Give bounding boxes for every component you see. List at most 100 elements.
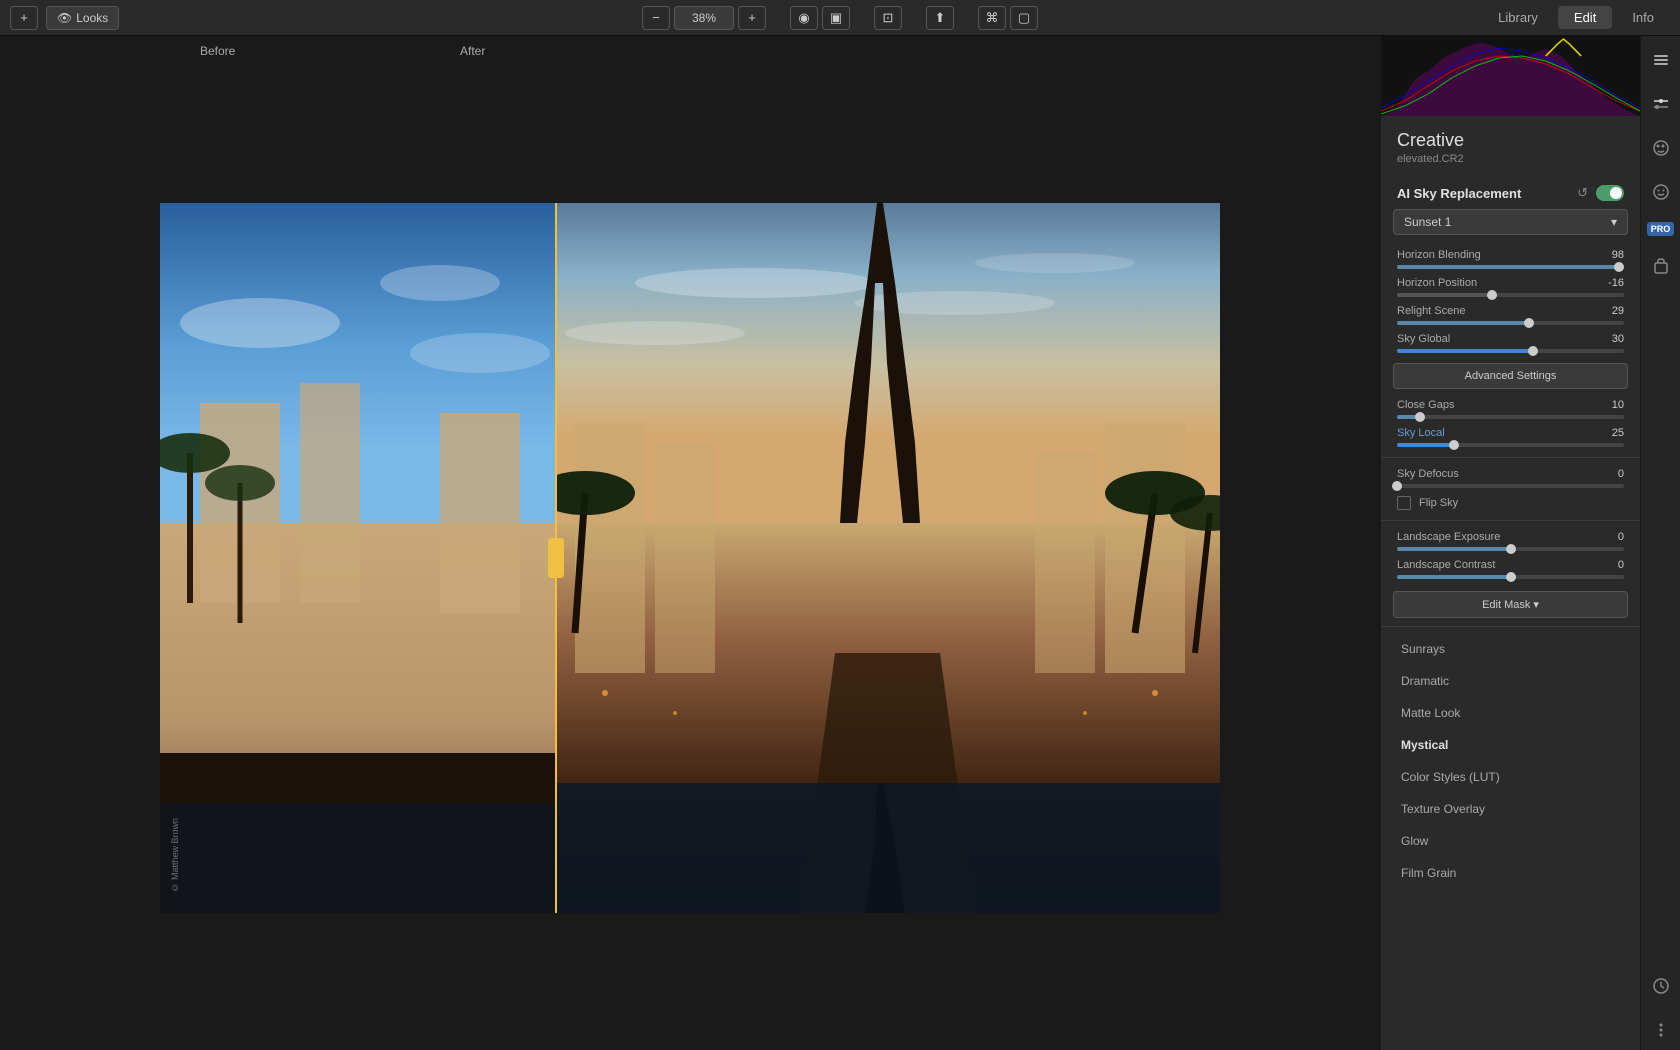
add-button[interactable]: + <box>10 6 38 30</box>
landscape-exposure-value: 0 <box>1618 531 1624 543</box>
creative-items-list: Sunrays Dramatic Matte Look Mystical Col… <box>1381 633 1640 889</box>
close-gaps-value: 10 <box>1612 399 1624 411</box>
edit-tab[interactable]: Edit <box>1558 6 1612 29</box>
sliders-icon[interactable] <box>1647 90 1675 118</box>
palette-icon[interactable] <box>1647 134 1675 162</box>
close-gaps-label: Close Gaps <box>1397 399 1454 411</box>
list-item-texture-overlay[interactable]: Texture Overlay <box>1385 793 1636 825</box>
panel-title-area: Creative elevated.CR2 <box>1381 116 1640 177</box>
sky-local-row: Sky Local 25 <box>1381 423 1640 451</box>
sky-replacement-toggle[interactable] <box>1596 185 1624 201</box>
crop-button[interactable]: ⊡ <box>874 6 902 30</box>
sky-selector-chevron: ▾ <box>1611 215 1617 229</box>
horizon-position-row: Horizon Position -16 <box>1381 273 1640 301</box>
sky-defocus-value: 0 <box>1618 468 1624 480</box>
sky-global-row: Sky Global 30 <box>1381 329 1640 357</box>
after-label: After <box>460 44 485 58</box>
list-item-mystical[interactable]: Mystical <box>1385 729 1636 761</box>
horizon-position-track[interactable] <box>1397 293 1624 297</box>
horizon-position-value: -16 <box>1608 277 1624 289</box>
advanced-settings-button[interactable]: Advanced Settings <box>1393 363 1628 389</box>
flip-sky-checkbox[interactable] <box>1397 496 1411 510</box>
relight-scene-track[interactable] <box>1397 321 1624 325</box>
more-icon[interactable] <box>1647 1016 1675 1044</box>
emoji-icon[interactable] <box>1647 178 1675 206</box>
relight-scene-label: Relight Scene <box>1397 305 1466 317</box>
list-item-matte-look[interactable]: Matte Look <box>1385 697 1636 729</box>
histogram-area <box>1381 36 1640 116</box>
landscape-contrast-track[interactable] <box>1397 575 1624 579</box>
list-item-sunrays[interactable]: Sunrays <box>1385 633 1636 665</box>
panel-subtitle: elevated.CR2 <box>1381 153 1640 177</box>
split-image: © Matthew Brown <box>160 203 1220 913</box>
landscape-exposure-row: Landscape Exposure 0 <box>1381 527 1640 555</box>
layers-icon[interactable] <box>1647 46 1675 74</box>
zoom-display: 38% <box>674 6 734 30</box>
edit-mask-button[interactable]: Edit Mask ▾ <box>1393 591 1628 618</box>
landscape-contrast-row: Landscape Contrast 0 <box>1381 555 1640 583</box>
relight-scene-row: Relight Scene 29 <box>1381 301 1640 329</box>
right-panel: Creative elevated.CR2 AI Sky Replacement… <box>1380 36 1640 1050</box>
close-gaps-row: Close Gaps 10 <box>1381 395 1640 423</box>
zoom-in-button[interactable]: + <box>738 6 766 30</box>
landscape-exposure-label: Landscape Exposure <box>1397 531 1500 543</box>
before-label: Before <box>200 44 235 58</box>
sky-local-value: 25 <box>1612 427 1624 439</box>
split-handle[interactable] <box>548 538 564 578</box>
sky-global-track[interactable] <box>1397 349 1624 353</box>
panel-title: Creative <box>1381 116 1640 153</box>
sky-defocus-row: Sky Defocus 0 <box>1381 464 1640 492</box>
sky-local-track[interactable] <box>1397 443 1624 447</box>
info-tab[interactable]: Info <box>1616 6 1670 29</box>
sky-global-label: Sky Global <box>1397 333 1450 345</box>
window-button[interactable]: ▢ <box>1010 6 1038 30</box>
image-container: © Matthew Brown <box>0 66 1380 1050</box>
close-gaps-track[interactable] <box>1397 415 1624 419</box>
icon-strip: PRO <box>1640 36 1680 1050</box>
sky-selector[interactable]: Sunset 1 ▾ <box>1393 209 1628 235</box>
divider-3 <box>1381 626 1640 627</box>
copyright-text: © Matthew Brown <box>170 818 180 893</box>
looks-icon: 👁 <box>57 11 72 25</box>
pro-badge[interactable]: PRO <box>1647 222 1675 236</box>
list-item-color-styles[interactable]: Color Styles (LUT) <box>1385 761 1636 793</box>
horizon-blending-track[interactable] <box>1397 265 1624 269</box>
flip-sky-label: Flip Sky <box>1419 497 1458 509</box>
compare-button[interactable]: ▣ <box>822 6 850 30</box>
landscape-contrast-label: Landscape Contrast <box>1397 559 1495 571</box>
horizon-blending-row: Horizon Blending 98 <box>1381 245 1640 273</box>
horizon-blending-label: Horizon Blending <box>1397 249 1481 261</box>
top-toolbar: + 👁 Looks − 38% + ◉ ▣ ⊡ ⬆ ⌘ ▢ Library Ed… <box>0 0 1680 36</box>
list-item-film-grain[interactable]: Film Grain <box>1385 857 1636 889</box>
library-tab[interactable]: Library <box>1482 6 1554 29</box>
zoom-out-button[interactable]: − <box>642 6 670 30</box>
landscape-exposure-track[interactable] <box>1397 547 1624 551</box>
after-image <box>555 203 1220 913</box>
flip-sky-row: Flip Sky <box>1381 492 1640 514</box>
reset-icon[interactable]: ↺ <box>1577 185 1588 201</box>
list-item-dramatic[interactable]: Dramatic <box>1385 665 1636 697</box>
sky-defocus-track[interactable] <box>1397 484 1624 488</box>
looks-button[interactable]: 👁 Looks <box>46 6 119 30</box>
before-after-labels: Before After <box>0 36 1380 66</box>
horizon-blending-value: 98 <box>1612 249 1624 261</box>
before-image: © Matthew Brown <box>160 203 555 913</box>
panel-content: AI Sky Replacement ↺ Sunset 1 ▾ Horizon … <box>1381 177 1640 1050</box>
divider-2 <box>1381 520 1640 521</box>
sky-replacement-header: AI Sky Replacement ↺ <box>1381 177 1640 209</box>
sky-defocus-label: Sky Defocus <box>1397 468 1459 480</box>
sky-local-label: Sky Local <box>1397 427 1445 439</box>
horizon-position-label: Horizon Position <box>1397 277 1477 289</box>
bag-icon[interactable] <box>1647 252 1675 280</box>
sky-selector-label: Sunset 1 <box>1404 215 1451 229</box>
keyboard-button[interactable]: ⌘ <box>978 6 1006 30</box>
list-item-glow[interactable]: Glow <box>1385 825 1636 857</box>
main-layout: Before After <box>0 36 1680 1050</box>
sky-global-value: 30 <box>1612 333 1624 345</box>
share-button[interactable]: ⬆ <box>926 6 954 30</box>
preview-button[interactable]: ◉ <box>790 6 818 30</box>
canvas-area: Before After <box>0 36 1380 1050</box>
divider-1 <box>1381 457 1640 458</box>
history-icon[interactable] <box>1647 972 1675 1000</box>
landscape-contrast-value: 0 <box>1618 559 1624 571</box>
